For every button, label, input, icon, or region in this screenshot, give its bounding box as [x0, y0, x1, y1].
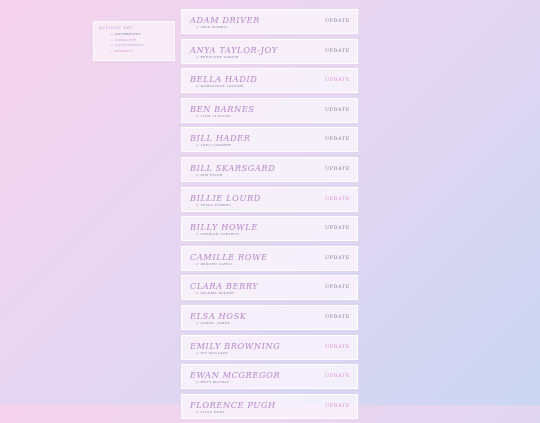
faceclaim-name: BILL HADER — [190, 133, 251, 144]
character-name: // IMOGEN CARILL — [196, 261, 234, 266]
character-name: // SABIEL JAMES — [196, 320, 230, 325]
list-item: BEN BARNES // LIAM CLINTON UPDATE — [181, 97, 358, 123]
list-item: BILLIE LOURD // TESSA FORBES UPDATE — [181, 186, 358, 212]
list-item: BILL HADER // AXEL CASIMER UPDATE — [181, 127, 358, 153]
character-name: // IVY MULLADY — [196, 350, 229, 355]
update-button[interactable]: UPDATE — [325, 167, 350, 172]
character-name: // DOMINIQUE TAZZARI — [196, 84, 244, 89]
faceclaim-name: BILLIE LOURD — [190, 192, 261, 203]
list-item: ELSA HOSK // SABIEL JAMES UPDATE — [181, 304, 358, 330]
faceclaim-name: EMILY BROWNING — [190, 340, 281, 351]
character-name: // SIM TYLER — [196, 172, 223, 177]
list-item: EMILY BROWNING // IVY MULLADY UPDATE — [181, 334, 358, 360]
faceclaim-name: ELSA HOSK — [190, 310, 247, 321]
character-name: // PENELOPE GARVIE — [196, 54, 239, 59]
update-button[interactable]: UPDATE — [325, 137, 350, 142]
update-button[interactable]: UPDATE — [325, 374, 350, 379]
faceclaim-name: BILLY HOWLE — [190, 222, 258, 233]
faceclaim-name: CLARA BERRY — [190, 281, 259, 292]
character-name: // CHARLIE CARTWIN — [196, 232, 240, 237]
list-item: BILLY HOWLE // CHARLIE CARTWIN UPDATE — [181, 216, 358, 242]
faceclaim-name: BILL SKARSGARD — [190, 162, 276, 173]
update-button[interactable]: UPDATE — [325, 226, 350, 231]
character-name: // LYDIA HART — [196, 409, 225, 414]
list-item: ANYA TAYLOR-JOY // PENELOPE GARVIE UPDAT… — [181, 38, 358, 64]
character-name: // LIAM CLINTON — [196, 113, 232, 118]
update-button[interactable]: UPDATE — [325, 404, 350, 409]
faceclaim-name: BELLA HADID — [190, 74, 258, 85]
list-item: BILL SKARSGARD // SIM TYLER UPDATE — [181, 156, 358, 182]
update-button[interactable]: UPDATE — [325, 285, 350, 290]
list-item: ADAM DRIVER // GRIS SCHMIT UPDATE — [181, 9, 358, 34]
faceclaim-name: BEN BARNES — [190, 103, 255, 114]
faceclaim-name: EWAN MCGREGOR — [190, 370, 281, 381]
faceclaim-name: ADAM DRIVER — [190, 15, 260, 25]
faceclaim-name: ANYA TAYLOR-JOY — [190, 44, 278, 55]
list-item: EWAN MCGREGOR // RHYS MACKAY UPDATE — [181, 364, 358, 390]
activity-key-panel: ACTIVITY KEY — INCOMPLETE — COMPLETE — O… — [93, 21, 175, 61]
character-name: // TESSA FORBES — [196, 202, 232, 207]
update-button[interactable]: UPDATE — [325, 315, 350, 320]
list-item: BELLA HADID // DOMINIQUE TAZZARI UPDATE — [181, 68, 358, 94]
character-name: // PALOMA BAKERT — [196, 291, 235, 296]
faceclaim-name: CAMILLE ROWE — [190, 251, 268, 262]
character-name: // RHYS MACKAY — [196, 380, 230, 385]
update-button[interactable]: UPDATE — [325, 19, 350, 24]
character-list: ADAM DRIVER // GRIS SCHMIT UPDATE ANYA T… — [181, 9, 358, 423]
update-button[interactable]: UPDATE — [325, 49, 350, 54]
update-button[interactable]: UPDATE — [325, 78, 350, 83]
activity-key-title: ACTIVITY KEY — [99, 26, 133, 30]
list-item: FLORENCE PUGH // LYDIA HART UPDATE — [181, 393, 358, 419]
key-item-priority: — PRIORITY — [110, 48, 134, 53]
update-button[interactable]: UPDATE — [325, 108, 350, 113]
character-name: // AXEL CASIMER — [196, 143, 232, 148]
update-button[interactable]: UPDATE — [325, 345, 350, 350]
character-name: // GRIS SCHMIT — [196, 25, 229, 29]
list-item: CAMILLE ROWE // IMOGEN CARILL UPDATE — [181, 245, 358, 271]
list-item: CLARA BERRY // PALOMA BAKERT UPDATE — [181, 275, 358, 301]
update-button[interactable]: UPDATE — [325, 197, 350, 202]
update-button[interactable]: UPDATE — [325, 256, 350, 261]
